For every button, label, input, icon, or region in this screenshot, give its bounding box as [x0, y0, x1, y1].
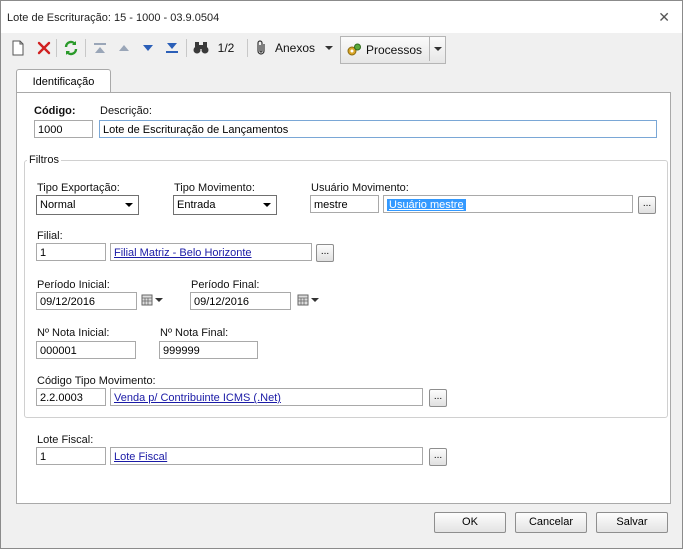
chevron-down-icon[interactable]	[311, 298, 319, 302]
toolbar-separator	[186, 39, 187, 57]
codigo-tipo-movimento-name-link[interactable]: Venda p/ Contribuinte ICMS (.Net)	[110, 388, 423, 406]
split-divider	[429, 37, 430, 61]
next-record-icon[interactable]	[139, 37, 157, 59]
paperclip-icon	[257, 40, 265, 55]
nota-final-field[interactable]: 999999	[159, 341, 258, 359]
title-bar: Lote de Escrituração: 15 - 1000 - 03.9.0…	[1, 1, 682, 33]
filial-label: Filial:	[37, 230, 63, 242]
paging-indicator: 1/2	[217, 41, 235, 55]
periodo-final-field[interactable]: 09/12/2016	[190, 292, 291, 310]
periodo-inicial-label: Período Inicial:	[37, 279, 110, 291]
descricao-field[interactable]: Lote de Escrituração de Lançamentos	[99, 120, 657, 138]
tab-bar: Identificação	[1, 63, 682, 94]
close-icon[interactable]: ✕	[658, 9, 670, 25]
codigo-tipo-movimento-label: Código Tipo Movimento:	[37, 375, 156, 387]
nota-final-label: Nº Nota Final:	[160, 327, 229, 339]
last-record-icon[interactable]	[163, 37, 181, 59]
processos-button[interactable]: Processos	[340, 36, 446, 64]
chevron-down-icon[interactable]	[325, 46, 334, 50]
anexos-button[interactable]: Anexos	[255, 37, 345, 59]
tipo-exportacao-select[interactable]: Normal	[36, 195, 139, 215]
calendar-icon	[141, 294, 153, 306]
salvar-button[interactable]: Salvar	[596, 512, 668, 533]
anexos-label: Anexos	[275, 41, 316, 55]
new-document-icon[interactable]	[9, 37, 27, 59]
usuario-name-field[interactable]: Usuário mestre	[383, 195, 633, 213]
codigo-tipo-movimento-lookup-button[interactable]: ...	[429, 389, 447, 407]
codigo-tipo-movimento-code-field[interactable]: 2.2.0003	[36, 388, 106, 406]
chevron-down-icon[interactable]	[155, 298, 163, 302]
filial-code-field[interactable]: 1	[36, 243, 106, 261]
previous-record-icon[interactable]	[115, 37, 133, 59]
usuario-lookup-button[interactable]: ...	[638, 196, 656, 214]
tab-identificacao[interactable]: Identificação	[16, 69, 111, 94]
periodo-inicial-field[interactable]: 09/12/2016	[36, 292, 137, 310]
periodo-inicial-calendar[interactable]	[141, 294, 163, 306]
nota-inicial-field[interactable]: 000001	[36, 341, 136, 359]
filial-lookup-button[interactable]: ...	[316, 244, 334, 262]
cancelar-button[interactable]: Cancelar	[515, 512, 587, 533]
delete-icon[interactable]	[35, 37, 53, 59]
periodo-final-label: Período Final:	[191, 279, 260, 291]
toolbar-separator	[56, 39, 57, 57]
gear-icon	[347, 43, 361, 56]
toolbar: 1/2 Anexos Processos	[1, 33, 682, 64]
filial-name-link[interactable]: Filial Matriz - Belo Horizonte	[110, 243, 312, 261]
first-record-icon[interactable]	[91, 37, 109, 59]
tipo-exportacao-value: Normal	[40, 199, 76, 211]
descricao-label: Descrição:	[100, 105, 152, 117]
usuario-code-field[interactable]: mestre	[310, 195, 379, 213]
refresh-icon[interactable]	[62, 37, 80, 59]
ok-button[interactable]: OK	[434, 512, 506, 533]
dialog-window: Lote de Escrituração: 15 - 1000 - 03.9.0…	[0, 0, 683, 549]
processos-label: Processos	[366, 43, 423, 57]
tipo-movimento-label: Tipo Movimento:	[174, 182, 255, 194]
window-title: Lote de Escrituração: 15 - 1000 - 03.9.0…	[7, 12, 220, 24]
tipo-movimento-value: Entrada	[177, 199, 216, 211]
filtros-legend: Filtros	[27, 154, 61, 166]
identificacao-panel: Código: 1000 Descrição: Lote de Escritur…	[16, 92, 671, 504]
chevron-down-icon[interactable]	[434, 47, 442, 51]
chevron-down-icon	[263, 203, 271, 207]
tipo-exportacao-label: Tipo Exportação:	[37, 182, 120, 194]
lote-fiscal-label: Lote Fiscal:	[37, 434, 94, 446]
binoculars-icon[interactable]	[192, 37, 210, 59]
codigo-label: Código:	[34, 105, 76, 117]
lote-fiscal-code-field[interactable]: 1	[36, 447, 106, 465]
lote-fiscal-lookup-button[interactable]: ...	[429, 448, 447, 466]
nota-inicial-label: Nº Nota Inicial:	[37, 327, 110, 339]
lote-fiscal-name-link[interactable]: Lote Fiscal	[110, 447, 423, 465]
periodo-final-calendar[interactable]	[297, 294, 319, 306]
codigo-field[interactable]: 1000	[34, 120, 93, 138]
usuario-name-value: Usuário mestre	[387, 199, 466, 211]
calendar-icon	[297, 294, 309, 306]
tipo-movimento-select[interactable]: Entrada	[173, 195, 277, 215]
chevron-down-icon	[125, 203, 133, 207]
usuario-movimento-label: Usuário Movimento:	[311, 182, 409, 194]
toolbar-separator	[85, 39, 86, 57]
toolbar-separator	[247, 39, 248, 57]
